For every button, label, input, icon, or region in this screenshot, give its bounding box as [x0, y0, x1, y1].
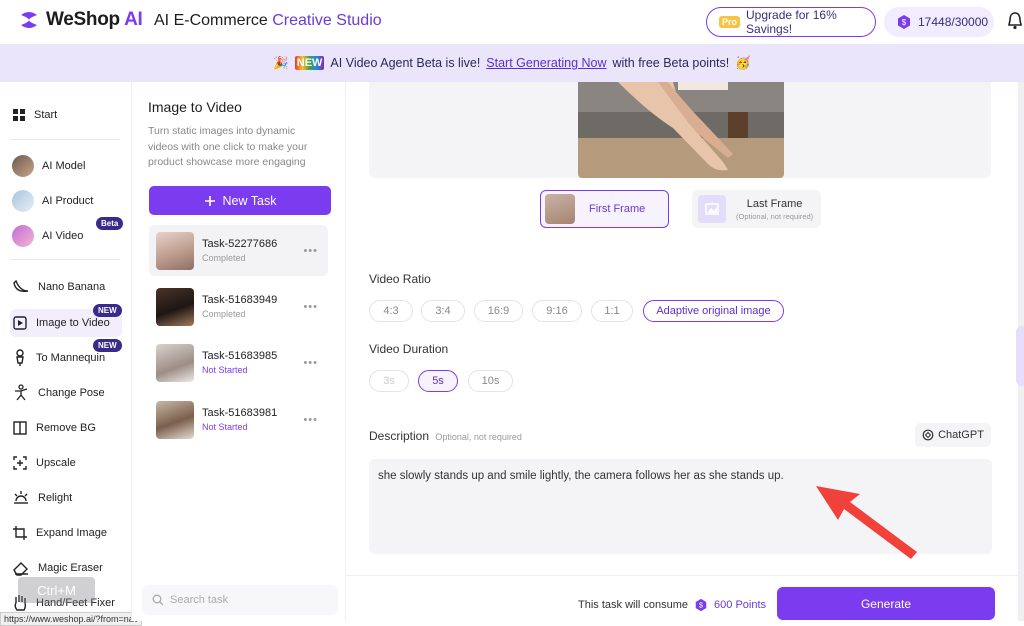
task-item[interactable]: Task-51683949 Completed •••	[149, 281, 328, 332]
panel-title: Image to Video	[148, 99, 242, 115]
chatgpt-button[interactable]: ChatGPT	[915, 423, 991, 447]
duration-option-10s[interactable]: 10s	[468, 370, 513, 392]
task-item[interactable]: Task-52277686 Completed •••	[149, 225, 328, 276]
task-thumbnail	[156, 287, 194, 326]
announcement-banner: 🎉 NEW AI Video Agent Beta is live! Start…	[0, 44, 1024, 82]
sidebar-item-upscale[interactable]: Upscale	[10, 449, 122, 477]
beta-badge: Beta	[96, 217, 124, 230]
more-options-icon[interactable]: •••	[303, 301, 318, 313]
banana-icon	[13, 279, 29, 293]
logo-text: WeShop AI	[46, 9, 143, 30]
sidebar-item-relight[interactable]: Relight	[10, 484, 122, 512]
video-duration-label: Video Duration	[369, 342, 449, 356]
shortcut-overlay: Ctrl+M	[18, 577, 95, 603]
remove-bg-icon	[13, 421, 27, 435]
consume-info: This task will consume $ 600 Points	[578, 598, 767, 612]
points-balance[interactable]: $ 17448/30000	[884, 7, 994, 37]
first-frame-thumbnail	[545, 194, 575, 224]
sidebar-divider	[10, 259, 120, 260]
sidebar-item-start[interactable]: Start	[10, 101, 122, 129]
sidebar-item-expand-image[interactable]: Expand Image	[10, 519, 122, 547]
sidebar-item-nano-banana[interactable]: Nano Banana	[10, 273, 122, 301]
expand-icon	[13, 526, 27, 540]
upgrade-button[interactable]: Pro Upgrade for 16% Savings!	[706, 7, 876, 37]
annotation-arrow-icon	[816, 486, 917, 559]
task-thumbnail	[156, 231, 194, 270]
search-icon	[152, 594, 164, 606]
task-item[interactable]: Task-51683985 Not Started •••	[149, 337, 328, 388]
points-coin-icon: $	[898, 15, 910, 29]
pro-badge: Pro	[719, 16, 741, 28]
studio-title: AI E-Commerce Creative Studio	[154, 12, 382, 29]
more-options-icon[interactable]: •••	[303, 414, 318, 426]
logo[interactable]: WeShop AI	[18, 9, 143, 31]
description-label: Description Optional, not required	[369, 429, 522, 443]
upscale-icon	[13, 456, 27, 470]
new-rainbow-tag: NEW	[294, 56, 325, 70]
eraser-icon	[13, 562, 28, 576]
sidebar-item-ai-model[interactable]: AI Model	[10, 152, 122, 180]
search-task-input[interactable]: Search task	[142, 585, 338, 615]
ratio-option-adaptive[interactable]: Adaptive original image	[643, 300, 784, 322]
celebrate-emoji-icon: 🥳	[735, 55, 751, 70]
ratio-option-4-3[interactable]: 4:3	[369, 300, 413, 322]
svg-text:$: $	[699, 603, 703, 610]
ratio-option-1-1[interactable]: 1:1	[591, 300, 633, 322]
new-badge: NEW	[93, 304, 122, 317]
ratio-option-9-16[interactable]: 9:16	[532, 300, 582, 322]
plus-icon	[204, 195, 215, 206]
sidebar-item-ai-product[interactable]: AI Product	[10, 187, 122, 215]
more-options-icon[interactable]: •••	[303, 245, 318, 257]
ratio-option-3-4[interactable]: 3:4	[421, 300, 465, 322]
task-thumbnail	[156, 400, 194, 439]
generate-button[interactable]: Generate	[777, 587, 995, 620]
uploaded-image	[578, 82, 784, 178]
points-value: 17448/30000	[918, 15, 989, 29]
chatgpt-icon	[922, 429, 934, 441]
points-coin-icon: $	[695, 598, 707, 612]
footer-bar: This task will consume $ 600 Points Gene…	[346, 575, 1018, 621]
video-frame-icon	[13, 316, 27, 330]
more-options-icon[interactable]: •••	[303, 357, 318, 369]
banner-text-after: with free Beta points!	[612, 56, 730, 70]
duration-option-3s[interactable]: 3s	[369, 370, 409, 392]
ai-product-icon	[12, 190, 34, 212]
weshop-logo-icon	[21, 12, 37, 28]
task-item[interactable]: Task-51683981 Not Started •••	[149, 394, 328, 445]
status-url: https://www.weshop.ai/?from=nav	[0, 612, 143, 626]
task-panel: Image to Video Turn static images into d…	[131, 82, 346, 621]
sidebar: Start AI Model AI Product AI Video Beta …	[0, 82, 131, 621]
ai-model-avatar-icon	[12, 155, 34, 177]
new-badge: NEW	[93, 339, 122, 352]
svg-text:$: $	[902, 18, 907, 27]
start-generating-link[interactable]: Start Generating Now	[486, 56, 606, 70]
new-task-button[interactable]: New Task	[149, 186, 331, 215]
video-ratio-label: Video Ratio	[369, 272, 431, 286]
last-frame-button[interactable]: Last Frame (Optional, not required)	[692, 190, 821, 228]
top-header: WeShop AI AI E-Commerce Creative Studio …	[0, 0, 1024, 44]
panel-description: Turn static images into dynamic videos w…	[148, 125, 308, 168]
duration-option-5s[interactable]: 5s	[418, 370, 458, 392]
ratio-option-16-9[interactable]: 16:9	[474, 300, 523, 322]
banner-text: AI Video Agent Beta is live!	[330, 56, 481, 70]
first-frame-button[interactable]: First Frame	[540, 190, 669, 228]
upgrade-label: Upgrade for 16% Savings!	[746, 8, 837, 36]
image-placeholder-icon	[698, 195, 726, 223]
sidebar-divider	[10, 139, 120, 140]
pose-icon	[15, 384, 28, 401]
mannequin-icon	[16, 349, 24, 366]
party-emoji-icon: 🎉	[273, 55, 289, 70]
ai-video-icon	[12, 225, 34, 247]
side-drawer-handle[interactable]	[1016, 326, 1024, 386]
relight-icon	[14, 491, 28, 504]
sidebar-item-change-pose[interactable]: Change Pose	[10, 379, 122, 407]
task-thumbnail	[156, 343, 194, 382]
sidebar-item-remove-bg[interactable]: Remove BG	[10, 414, 122, 442]
bell-icon[interactable]	[1008, 12, 1022, 30]
grid-icon	[13, 109, 25, 121]
